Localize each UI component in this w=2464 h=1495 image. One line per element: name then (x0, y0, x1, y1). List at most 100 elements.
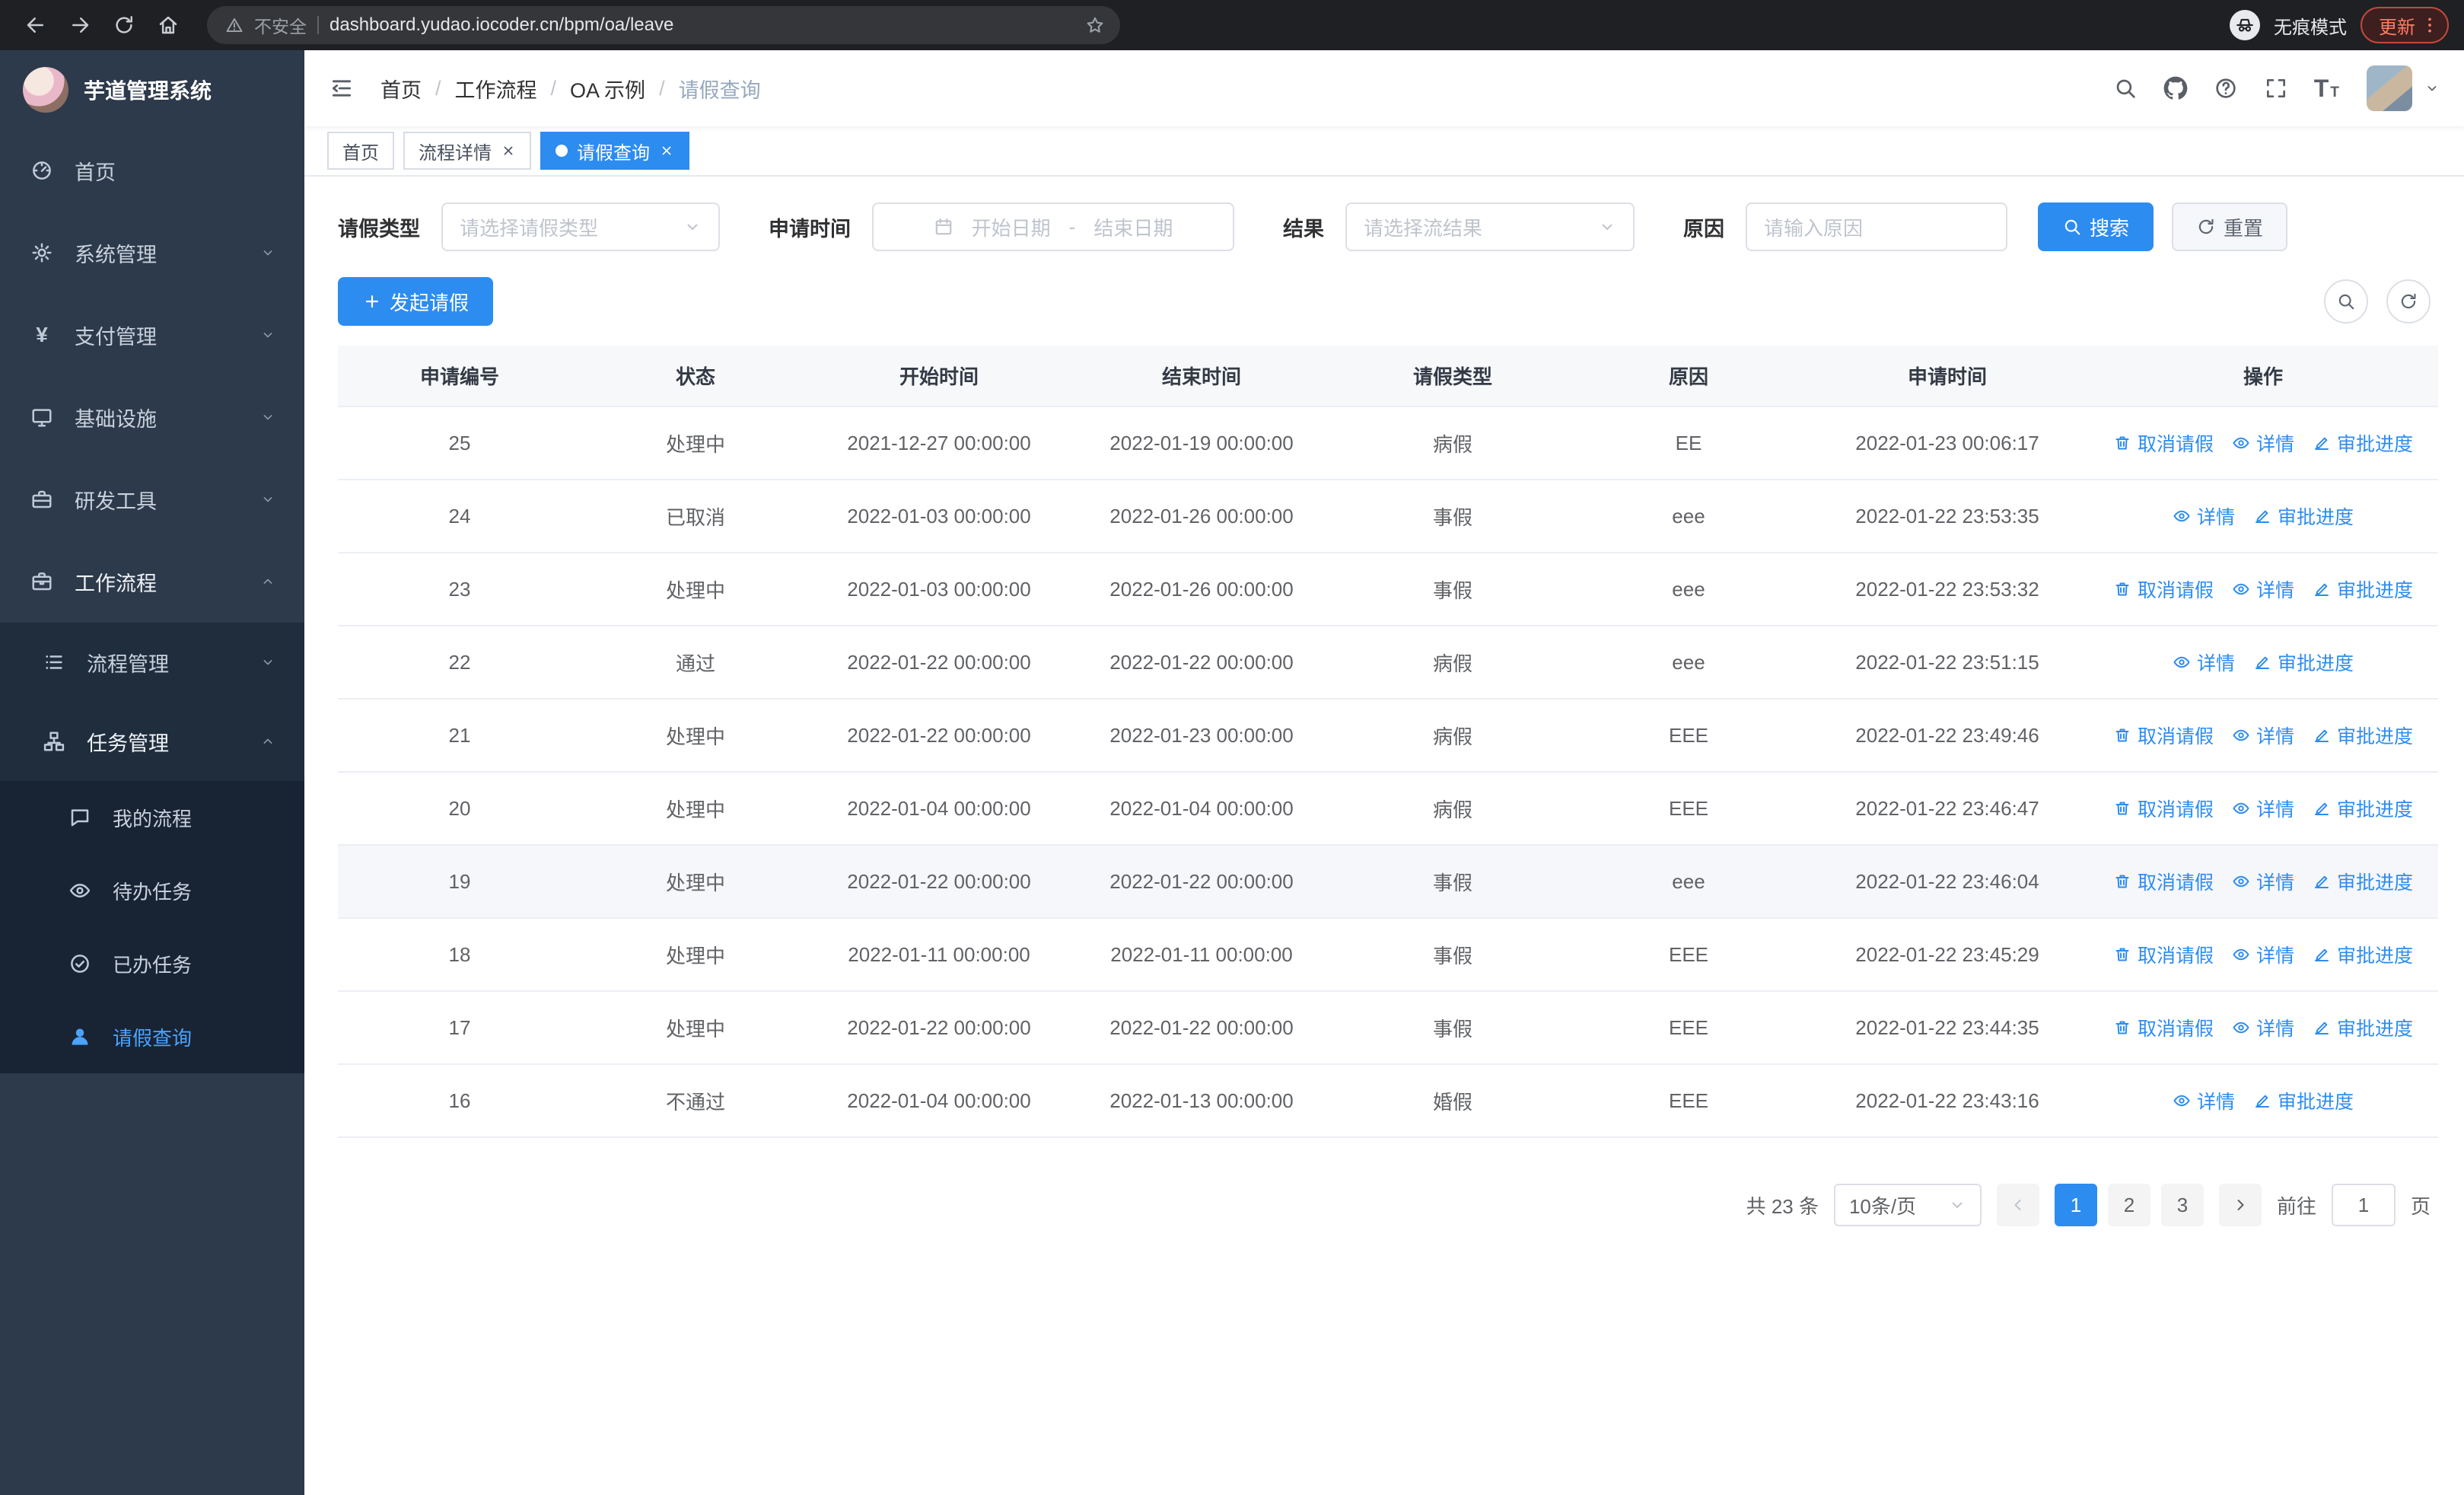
cancel-leave-link[interactable]: 取消请假 (2113, 868, 2214, 895)
sidebar-item-workflow[interactable]: 工作流程 (0, 540, 304, 623)
tab-process-detail[interactable]: 流程详情 (403, 132, 531, 170)
approval-progress-link[interactable]: 审批进度 (2253, 502, 2354, 530)
tab-leave-query[interactable]: 请假查询 (540, 132, 689, 170)
page-button-3[interactable]: 3 (2160, 1184, 2204, 1226)
approval-progress-link[interactable]: 审批进度 (2313, 575, 2413, 603)
edit-icon (2313, 799, 2331, 818)
close-tab-icon[interactable] (501, 143, 516, 158)
sidebar-item-leave-query[interactable]: 请假查询 (0, 1000, 304, 1073)
sidebar-item-process-management[interactable]: 流程管理 (0, 623, 304, 702)
help-icon[interactable] (2214, 76, 2238, 100)
list-icon (41, 651, 67, 674)
cancel-leave-link[interactable]: 取消请假 (2113, 722, 2214, 749)
approval-progress-link[interactable]: 审批进度 (2253, 1087, 2354, 1114)
approval-progress-link[interactable]: 审批进度 (2313, 941, 2413, 968)
tab-home[interactable]: 首页 (327, 132, 394, 170)
github-icon[interactable] (2163, 76, 2188, 100)
page-button-1[interactable]: 1 (2054, 1184, 2097, 1226)
detail-link[interactable]: 详情 (2232, 1014, 2294, 1041)
cancel-leave-link[interactable]: 取消请假 (2113, 1014, 2214, 1041)
cell-status: 已取消 (581, 480, 810, 553)
column-header: 原因 (1571, 346, 1807, 407)
app-logo[interactable]: 芋道管理系统 (0, 50, 304, 129)
detail-link[interactable]: 详情 (2232, 429, 2294, 457)
reset-button[interactable]: 重置 (2172, 202, 2288, 251)
close-tab-icon[interactable] (659, 143, 674, 158)
detail-link[interactable]: 详情 (2232, 722, 2294, 749)
update-label: 更新 (2379, 17, 2415, 38)
avatar-caret-icon[interactable] (2424, 81, 2440, 96)
detail-link[interactable]: 详情 (2173, 649, 2235, 676)
sidebar-item-todo-tasks[interactable]: 待办任务 (0, 854, 304, 927)
approval-progress-link[interactable]: 审批进度 (2313, 429, 2413, 457)
column-header: 操作 (2088, 346, 2438, 407)
next-page-button[interactable] (2218, 1184, 2262, 1226)
cancel-leave-link[interactable]: 取消请假 (2113, 429, 2214, 457)
breadcrumb-item[interactable]: 首页 (380, 74, 422, 104)
sidebar-item-my-process[interactable]: 我的流程 (0, 781, 304, 854)
action-label: 详情 (2255, 725, 2294, 748)
bookmark-star-icon[interactable] (1085, 15, 1105, 35)
sidebar-item-infrastructure[interactable]: 基础设施 (0, 376, 304, 458)
approval-progress-link[interactable]: 审批进度 (2313, 868, 2413, 895)
cell-start-time: 2022-01-03 00:00:00 (810, 553, 1068, 626)
approval-progress-link[interactable]: 审批进度 (2313, 722, 2413, 749)
user-avatar[interactable] (2367, 65, 2412, 111)
browser-update-button[interactable]: 更新 (2361, 7, 2449, 43)
sidebar-item-done-tasks[interactable]: 已办任务 (0, 927, 304, 1000)
create-leave-button[interactable]: 发起请假 (338, 277, 494, 326)
reset-button-label: 重置 (2224, 216, 2264, 240)
cell-reason: eee (1571, 845, 1807, 919)
cancel-leave-link[interactable]: 取消请假 (2113, 575, 2214, 603)
reason-label: 原因 (1683, 217, 1724, 241)
address-bar[interactable]: 不安全 dashboard.yudao.iocoder.cn/bpm/oa/le… (207, 6, 1120, 44)
detail-link[interactable]: 详情 (2173, 502, 2235, 530)
monitor-icon (29, 406, 55, 429)
result-select[interactable]: 请选择流结果 (1345, 202, 1635, 251)
forward-button[interactable] (59, 5, 100, 46)
sidebar-item-payment[interactable]: ¥ 支付管理 (0, 294, 304, 376)
edit-icon (2313, 580, 2331, 598)
prev-page-button[interactable] (1996, 1184, 2039, 1226)
cell-leave-type: 病假 (1335, 772, 1571, 846)
approval-progress-link[interactable]: 审批进度 (2313, 1014, 2413, 1041)
page-button-2[interactable]: 2 (2107, 1184, 2150, 1226)
sidebar-item-home[interactable]: 首页 (0, 129, 304, 212)
page-size-select[interactable]: 10条/页 (1833, 1184, 1982, 1226)
detail-link[interactable]: 详情 (2232, 795, 2294, 822)
security-label[interactable]: 不安全 (254, 12, 307, 38)
font-size-icon[interactable]: TT (2314, 76, 2341, 100)
toolbar-right (2324, 279, 2431, 324)
eye-icon (2173, 653, 2191, 671)
detail-link[interactable]: 详情 (2232, 575, 2294, 603)
search-icon[interactable] (2113, 76, 2138, 100)
approval-progress-link[interactable]: 审批进度 (2313, 795, 2413, 822)
detail-link[interactable]: 详情 (2232, 868, 2294, 895)
cell-actions: 取消请假 详情 审批进度 (2088, 553, 2438, 626)
reload-button[interactable] (103, 5, 145, 46)
collapse-sidebar-button[interactable] (329, 75, 355, 101)
toggle-search-button[interactable] (2324, 279, 2368, 324)
leave-type-select[interactable]: 请选择请假类型 (441, 202, 720, 251)
breadcrumb-item[interactable]: 工作流程 (455, 74, 537, 104)
back-button[interactable] (15, 5, 56, 46)
cell-id: 18 (338, 918, 581, 992)
goto-page-input[interactable] (2331, 1184, 2396, 1226)
apply-time-range-picker[interactable]: 开始日期 - 结束日期 (872, 202, 1234, 251)
browser-menu-dots-icon[interactable] (2420, 15, 2440, 35)
detail-link[interactable]: 详情 (2232, 941, 2294, 968)
search-button[interactable]: 搜索 (2038, 202, 2154, 251)
url-text[interactable]: dashboard.yudao.iocoder.cn/bpm/oa/leave (329, 14, 673, 36)
cancel-leave-link[interactable]: 取消请假 (2113, 941, 2214, 968)
sidebar-item-task-management[interactable]: 任务管理 (0, 702, 304, 781)
reason-input[interactable]: 请输入原因 (1746, 202, 2007, 251)
approval-progress-link[interactable]: 审批进度 (2253, 649, 2354, 676)
breadcrumb-item[interactable]: OA 示例 (570, 74, 645, 104)
sidebar-item-system[interactable]: 系统管理 (0, 212, 304, 294)
sidebar-item-devtools[interactable]: 研发工具 (0, 458, 304, 540)
cancel-leave-link[interactable]: 取消请假 (2113, 795, 2214, 822)
home-button[interactable] (148, 5, 189, 46)
detail-link[interactable]: 详情 (2173, 1087, 2235, 1114)
refresh-table-button[interactable] (2386, 279, 2431, 324)
fullscreen-icon[interactable] (2264, 76, 2288, 100)
